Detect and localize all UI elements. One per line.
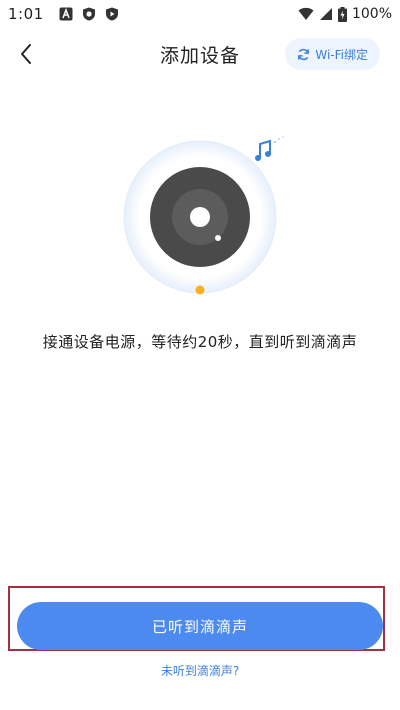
status-indicator-dot [195,285,205,295]
status-time: 1:01 [8,5,44,23]
battery-icon [337,6,347,22]
wifi-bind-label: Wi-Fi绑定 [315,47,368,62]
screen: 1:01 100% 添加设备 Wi-Fi绑定 接通设备电源，等待约20秒，直到听… [0,0,400,710]
music-note-icon [255,136,284,161]
instruction-text: 接通设备电源，等待约20秒，直到听到滴滴声 [42,333,358,351]
signal-icon [319,8,332,20]
shield-play-icon-2 [105,7,118,21]
device-illustration [123,136,284,295]
status-right: 100% [298,6,392,22]
battery-percentage: 100% [351,6,392,22]
status-bar: 1:01 100% [0,0,400,28]
wifi-icon [298,7,314,20]
not-heard-link[interactable]: 未听到滴滴声? [0,662,400,679]
wifi-bind-button[interactable]: Wi-Fi绑定 [285,38,380,70]
device-center [190,207,210,227]
header: 添加设备 Wi-Fi绑定 [0,28,400,80]
shield-play-icon [82,7,95,21]
refresh-icon [298,48,310,60]
app-notification-icon [59,7,73,21]
status-left: 1:01 [8,5,119,23]
confirm-heard-button[interactable]: 已听到滴滴声 [17,602,383,650]
device-led [215,235,221,241]
